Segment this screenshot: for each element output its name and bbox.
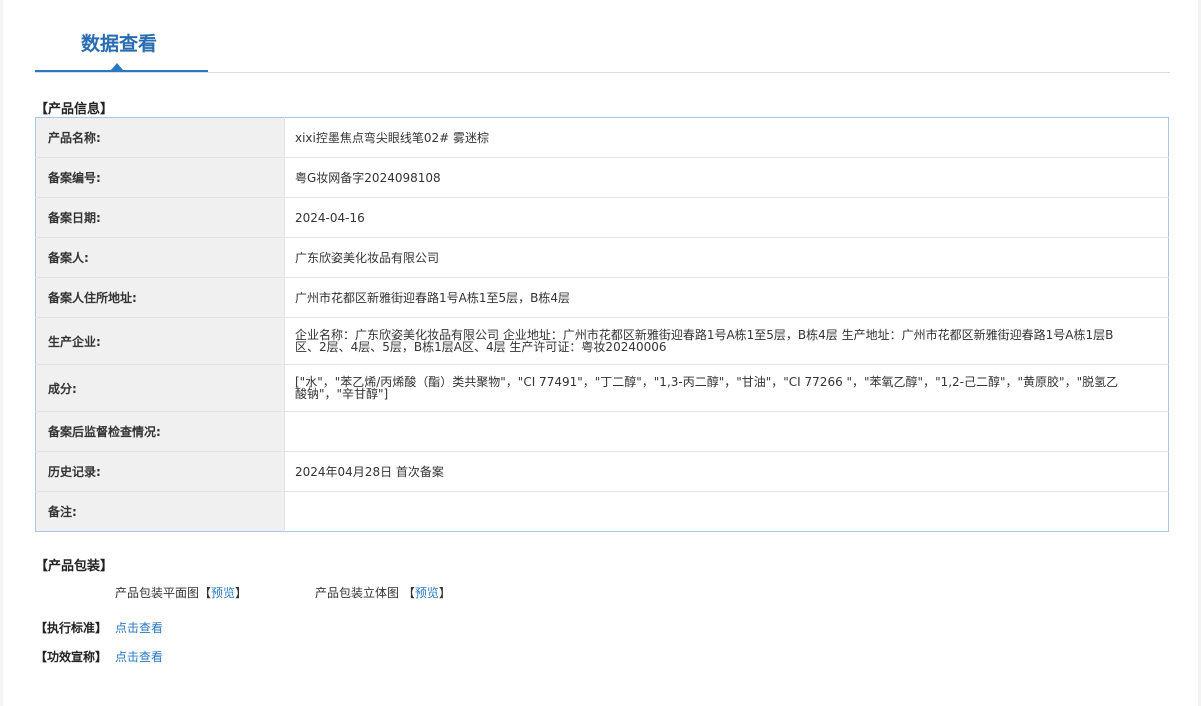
section-standard: 【执行标准】 <box>35 621 108 635</box>
table-row: 备案后监督检查情况: <box>35 411 1169 452</box>
record-date-value: 2024-04-16 <box>284 197 1169 238</box>
flat-preview-link[interactable]: 预览 <box>211 586 235 600</box>
efficacy-line: 【功效宣称】 点击查看 <box>35 648 163 665</box>
tab-bar: 数据查看 <box>35 0 1170 73</box>
row-label: 成分: <box>35 364 285 412</box>
row-label: 历史记录: <box>35 451 285 492</box>
row-label: 备案编号: <box>35 157 285 198</box>
table-row: 备案日期: 2024-04-16 <box>35 197 1169 238</box>
tab-label: 数据查看 <box>81 33 158 55</box>
row-label: 备案人: <box>35 237 285 278</box>
row-label: 备注: <box>35 491 285 532</box>
ingredients-value: ["水"，"苯乙烯/丙烯酸（酯）类共聚物"，"CI 77491"，"丁二醇"，"… <box>284 364 1169 412</box>
table-row: 备注: <box>35 491 1169 532</box>
standard-line: 【执行标准】 点击查看 <box>35 619 163 636</box>
table-row: 备案编号: 粤G妆网备字2024098108 <box>35 157 1169 198</box>
history-value: 2024年04月28日 首次备案 <box>284 451 1169 492</box>
active-tab-indicator <box>111 63 123 70</box>
table-row: 生产企业: 企业名称：广东欣姿美化妆品有限公司 企业地址：广州市花都区新雅街迎春… <box>35 317 1169 365</box>
record-number-value: 粤G妆网备字2024098108 <box>284 157 1169 198</box>
remarks-value <box>285 492 1169 532</box>
solid-preview-link[interactable]: 预览 <box>415 586 439 600</box>
section-product-info: 【产品信息】 <box>35 102 114 117</box>
bracket-open: 【 <box>402 586 415 600</box>
page: 数据查看 【产品信息】 产品名称: xixi控墨焦点弯尖眼线笔02# 雾迷棕 备… <box>3 0 1198 706</box>
section-efficacy: 【功效宣称】 <box>35 650 108 664</box>
bracket-close: 】 <box>235 586 248 600</box>
inspection-value <box>284 411 1169 452</box>
bracket-open: 【 <box>199 586 212 600</box>
product-info-table: 产品名称: xixi控墨焦点弯尖眼线笔02# 雾迷棕 备案编号: 粤G妆网备字2… <box>35 117 1169 532</box>
section-packaging: 【产品包装】 <box>35 559 114 574</box>
table-row: 历史记录: 2024年04月28日 首次备案 <box>35 451 1169 492</box>
table-row: 成分: ["水"，"苯乙烯/丙烯酸（酯）类共聚物"，"CI 77491"，"丁二… <box>35 364 1169 412</box>
row-label: 生产企业: <box>35 317 285 365</box>
bracket-close: 】 <box>438 586 451 600</box>
table-row: 备案人: 广东欣姿美化妆品有限公司 <box>35 237 1169 278</box>
registrant-address-value: 广州市花都区新雅街迎春路1号A栋1至5层，B栋4层 <box>284 277 1169 318</box>
packaging-solid-label: 产品包装立体图 <box>315 586 400 600</box>
registrant-value: 广东欣姿美化妆品有限公司 <box>284 237 1169 278</box>
row-label: 备案人住所地址: <box>35 277 285 318</box>
standard-view-link[interactable]: 点击查看 <box>115 621 163 635</box>
row-label: 产品名称: <box>35 117 285 158</box>
manufacturer-value: 企业名称：广东欣姿美化妆品有限公司 企业地址：广州市花都区新雅街迎春路1号A栋1… <box>284 317 1169 365</box>
efficacy-view-link[interactable]: 点击查看 <box>115 650 163 664</box>
table-row: 备案人住所地址: 广州市花都区新雅街迎春路1号A栋1至5层，B栋4层 <box>35 277 1169 318</box>
row-label: 备案后监督检查情况: <box>35 411 285 452</box>
packaging-flat-item: 产品包装平面图【预览】 <box>115 584 247 601</box>
row-label: 备案日期: <box>35 197 285 238</box>
tab-data-view[interactable]: 数据查看 <box>35 0 208 72</box>
table-row: 产品名称: xixi控墨焦点弯尖眼线笔02# 雾迷棕 <box>35 117 1169 158</box>
packaging-solid-item: 产品包装立体图 【预览】 <box>315 584 451 601</box>
product-name-value: xixi控墨焦点弯尖眼线笔02# 雾迷棕 <box>284 117 1169 158</box>
packaging-flat-label: 产品包装平面图 <box>115 586 200 600</box>
